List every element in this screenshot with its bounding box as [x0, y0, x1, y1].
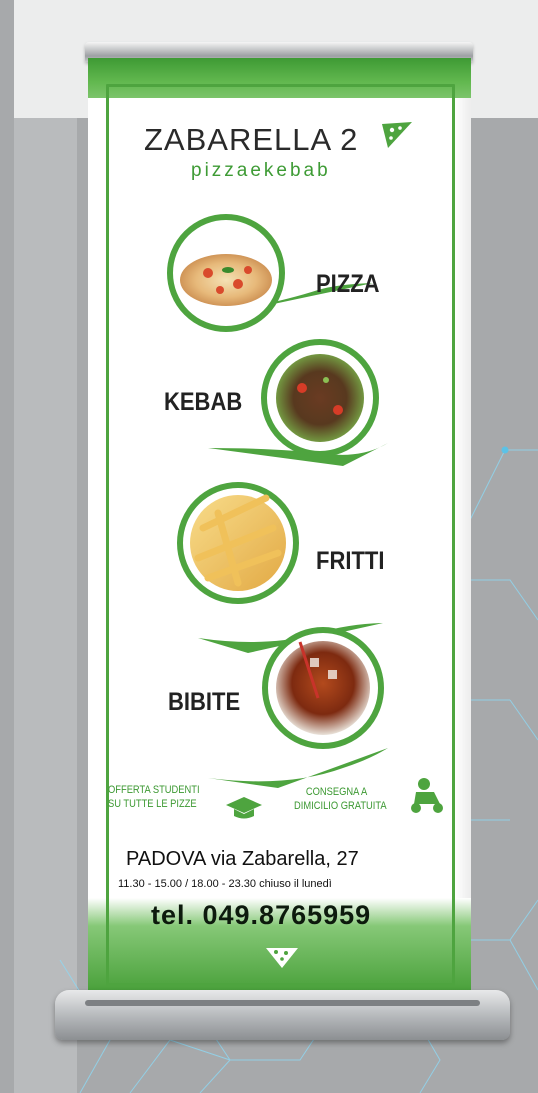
background-mid-panel — [14, 118, 77, 1093]
pizza-slice-icon-footer — [266, 948, 298, 968]
delivery-offer: CONSEGNA A DIMICILIO GRATUITA — [294, 785, 387, 813]
student-offer: OFFERTA STUDENTI SU TUTTE LE PIZZE — [108, 783, 200, 811]
phone-number: tel. 049.8765959 — [151, 900, 372, 930]
base-slot — [85, 1000, 480, 1006]
delivery-scooter-icon — [411, 778, 443, 813]
rollup-banner: ZABARELLA 2 pizzaekebab PIZZA KEBAB FRIT… — [88, 58, 471, 1010]
address: PADOVA via Zabarella, 27 — [126, 848, 359, 870]
menu-label-pizza: PIZZA — [316, 270, 380, 298]
menu-label-bibite: BIBITE — [168, 688, 241, 716]
graduation-cap-icon — [226, 797, 262, 819]
menu-label-kebab: KEBAB — [164, 388, 243, 416]
banner-stand-base — [55, 990, 510, 1040]
opening-hours: 11.30 - 15.00 / 18.00 - 23.30 chiuso il … — [118, 878, 332, 890]
delivery-offer-line2: DIMICILIO GRATUITA — [294, 800, 387, 812]
menu-label-fritti: FRITTI — [316, 547, 385, 575]
delivery-offer-line1: CONSEGNA A — [305, 786, 368, 798]
student-offer-line2: SU TUTTE LE PIZZE — [108, 798, 197, 810]
student-offer-line1: OFFERTA STUDENTI — [108, 784, 200, 796]
